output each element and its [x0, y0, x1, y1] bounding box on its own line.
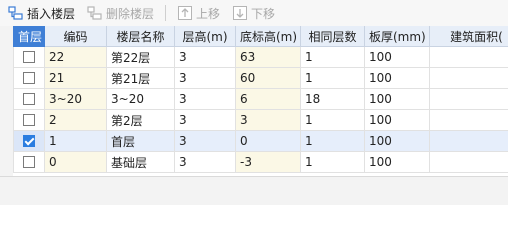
first-floor-checkbox[interactable] — [23, 50, 35, 63]
first-floor-cell[interactable] — [13, 46, 45, 68]
base-elevation-cell[interactable]: -3 — [235, 151, 301, 173]
floor-height-cell[interactable]: 3 — [174, 46, 236, 68]
building-area-cell[interactable] — [429, 88, 508, 110]
first-floor-cell[interactable] — [13, 130, 45, 152]
base-elevation-cell[interactable]: 63 — [235, 46, 301, 68]
code-cell[interactable]: 21 — [44, 67, 107, 89]
floor-name-cell[interactable]: 3~20 — [106, 88, 175, 110]
move-up-button[interactable]: 上移 — [173, 3, 224, 23]
insert-floor-label: 插入楼层 — [27, 6, 76, 21]
move-down-button[interactable]: 下移 — [228, 3, 279, 23]
base-elevation-cell[interactable]: 6 — [235, 88, 301, 110]
move-down-label: 下移 — [251, 6, 276, 21]
floor-name-cell[interactable]: 首层 — [106, 130, 175, 152]
table-row[interactable]: 0 基础层 3 -3 1 100 — [13, 151, 508, 173]
code-cell[interactable]: 1 — [44, 130, 107, 152]
first-floor-cell[interactable] — [13, 67, 45, 89]
slab-thickness-cell[interactable]: 100 — [364, 151, 430, 173]
same-floor-count-cell[interactable]: 18 — [300, 88, 365, 110]
table-row[interactable]: 2 第2层 3 3 1 100 — [13, 109, 508, 131]
first-floor-checkbox[interactable] — [23, 155, 35, 168]
building-area-cell[interactable] — [429, 109, 508, 131]
move-up-label: 上移 — [196, 6, 221, 21]
floor-name-cell[interactable]: 第21层 — [106, 67, 175, 89]
toolbar: 插入楼层 删除楼层 上移 下移 — [0, 0, 508, 27]
floor-height-cell[interactable]: 3 — [174, 67, 236, 89]
same-floor-count-cell[interactable]: 1 — [300, 130, 365, 152]
table-row[interactable]: 3~20 3~20 3 6 18 100 — [13, 88, 508, 110]
base-elevation-cell[interactable]: 60 — [235, 67, 301, 89]
same-floor-count-cell[interactable]: 1 — [300, 46, 365, 68]
delete-floor-icon — [87, 5, 103, 21]
header-code[interactable]: 编码 — [44, 26, 107, 47]
header-same-floor-count[interactable]: 相同层数 — [300, 26, 365, 47]
header-floor-height[interactable]: 层高(m) — [174, 26, 236, 47]
table-row[interactable]: 1 首层 3 0 1 100 — [13, 130, 508, 152]
first-floor-checkbox[interactable] — [23, 71, 35, 84]
first-floor-checkbox[interactable] — [23, 134, 35, 147]
building-area-cell[interactable] — [429, 151, 508, 173]
code-cell[interactable]: 0 — [44, 151, 107, 173]
floor-height-cell[interactable]: 3 — [174, 151, 236, 173]
building-area-cell[interactable] — [429, 46, 508, 68]
same-floor-count-cell[interactable]: 1 — [300, 151, 365, 173]
building-area-cell[interactable] — [429, 67, 508, 89]
first-floor-cell[interactable] — [13, 151, 45, 173]
code-cell[interactable]: 3~20 — [44, 88, 107, 110]
first-floor-cell[interactable] — [13, 88, 45, 110]
floor-height-cell[interactable]: 3 — [174, 88, 236, 110]
insert-floor-button[interactable]: 插入楼层 — [4, 3, 79, 23]
header-base-elevation[interactable]: 底标高(m) — [235, 26, 301, 47]
slab-thickness-cell[interactable]: 100 — [364, 109, 430, 131]
header-floor-name[interactable]: 楼层名称 — [106, 26, 175, 47]
base-elevation-cell[interactable]: 0 — [235, 130, 301, 152]
first-floor-cell[interactable] — [13, 109, 45, 131]
header-first-floor[interactable]: 首层 — [13, 26, 45, 47]
same-floor-count-cell[interactable]: 1 — [300, 67, 365, 89]
delete-floor-label: 删除楼层 — [106, 6, 155, 21]
arrow-down-icon — [232, 5, 248, 21]
table-row[interactable]: 22 第22层 3 63 1 100 — [13, 46, 508, 68]
slab-thickness-cell[interactable]: 100 — [364, 130, 430, 152]
header-building-area[interactable]: 建筑面积( — [429, 26, 508, 47]
floor-height-cell[interactable]: 3 — [174, 130, 236, 152]
slab-thickness-cell[interactable]: 100 — [364, 88, 430, 110]
table-row[interactable]: 21 第21层 3 60 1 100 — [13, 67, 508, 89]
horizontal-scrollbar[interactable] — [0, 176, 508, 205]
delete-floor-button[interactable]: 删除楼层 — [83, 3, 158, 23]
floor-table: 首层 编码 楼层名称 层高(m) 底标高(m) 相同层数 板厚(mm) 建筑面积… — [13, 26, 508, 176]
floor-name-cell[interactable]: 第2层 — [106, 109, 175, 131]
building-area-cell[interactable] — [429, 130, 508, 152]
code-cell[interactable]: 22 — [44, 46, 107, 68]
insert-floor-icon — [8, 5, 24, 21]
first-floor-checkbox[interactable] — [23, 92, 35, 105]
row-gutter — [0, 26, 14, 176]
floor-name-cell[interactable]: 基础层 — [106, 151, 175, 173]
slab-thickness-cell[interactable]: 100 — [364, 46, 430, 68]
code-cell[interactable]: 2 — [44, 109, 107, 131]
same-floor-count-cell[interactable]: 1 — [300, 109, 365, 131]
base-elevation-cell[interactable]: 3 — [235, 109, 301, 131]
floor-height-cell[interactable]: 3 — [174, 109, 236, 131]
table-header-row: 首层 编码 楼层名称 层高(m) 底标高(m) 相同层数 板厚(mm) 建筑面积… — [13, 26, 508, 47]
arrow-up-icon — [177, 5, 193, 21]
slab-thickness-cell[interactable]: 100 — [364, 67, 430, 89]
header-slab-thickness[interactable]: 板厚(mm) — [364, 26, 430, 47]
toolbar-divider — [165, 5, 167, 21]
first-floor-checkbox[interactable] — [23, 113, 35, 126]
floor-name-cell[interactable]: 第22层 — [106, 46, 175, 68]
